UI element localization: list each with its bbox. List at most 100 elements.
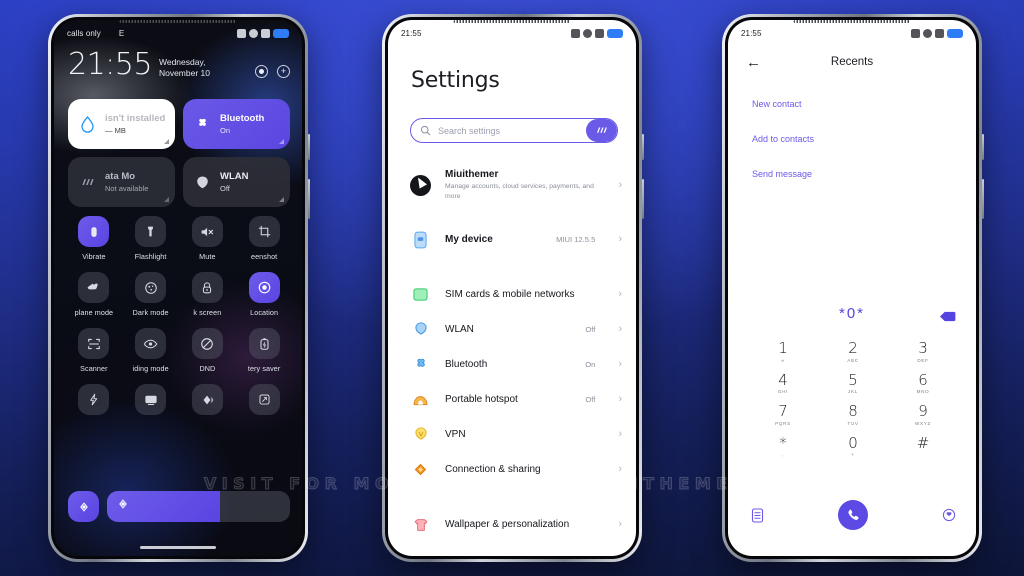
silent-icon — [571, 28, 580, 38]
hotspot-icon — [410, 389, 431, 410]
dialer-app-bar: ← Recents — [728, 48, 976, 76]
key-letters: PQRS — [775, 420, 791, 426]
key-letters: TUV — [847, 420, 859, 426]
toggle-scanner[interactable]: Scanner — [68, 328, 120, 373]
tile-subtitle: Off — [220, 184, 230, 193]
key-2[interactable]: 2 ABC — [818, 340, 888, 363]
toggle-lock-screen[interactable]: k screen — [182, 272, 234, 317]
settings-row-bluetooth[interactable]: Bluetooth On › — [410, 347, 622, 382]
toggle-cast[interactable] — [125, 384, 177, 420]
settings-row-label: WLAN — [445, 324, 474, 335]
toggle-label: eenshot — [250, 252, 278, 261]
key-digit: 9 — [918, 402, 928, 420]
add-widget-icon[interactable]: + — [277, 65, 290, 78]
power-button[interactable] — [308, 134, 310, 160]
tile-wlan[interactable]: WLAN Off — [183, 157, 290, 207]
chevron-right-icon: › — [618, 428, 622, 440]
key-hash[interactable]: # — [888, 433, 958, 458]
settings-row-sim-cards[interactable]: SIM cards & mobile networks › — [410, 277, 622, 312]
settings-row-value: On — [585, 360, 596, 369]
key-1[interactable]: 1 ∞ — [748, 340, 818, 363]
tile-subtitle: — MB — [105, 126, 126, 135]
contacts-icon[interactable] — [941, 508, 956, 523]
reading-mode-icon — [135, 328, 167, 359]
chevron-right-icon: › — [618, 323, 622, 335]
toggle-reading-mode[interactable]: iding mode — [125, 328, 177, 373]
vpn-icon — [410, 424, 431, 445]
toggle-flashlight[interactable]: Flashlight — [125, 216, 177, 261]
key-letters: , — [782, 452, 784, 457]
data-usage-icon[interactable] — [586, 119, 617, 142]
tile-bluetooth[interactable]: Bluetooth On — [183, 99, 290, 149]
toggle-dnd[interactable]: DND — [182, 328, 234, 373]
search-input[interactable]: Search settings — [438, 126, 586, 136]
key-digit: # — [916, 433, 930, 452]
toggle-vibrate[interactable]: Vibrate — [68, 216, 120, 261]
toggle-airplane-mode[interactable]: plane mode — [68, 272, 120, 317]
camera-shortcut-icon[interactable] — [255, 65, 268, 78]
toggle-battery-saver[interactable]: tery saver — [238, 328, 290, 373]
key-3[interactable]: 3 DEF — [888, 340, 958, 363]
lockscreen-control-center: calls only E 21:55 Wednesday, November 1… — [54, 20, 302, 556]
toggle-rotate[interactable] — [238, 384, 290, 420]
key-letters: WXYZ — [914, 420, 932, 426]
status-time: 21:55 — [401, 28, 422, 38]
toggle-sync[interactable] — [182, 384, 234, 420]
brightness-slider[interactable] — [107, 491, 290, 522]
link-send-message[interactable]: Send message — [752, 156, 956, 191]
settings-row-hotspot[interactable]: Portable hotspot Off › — [410, 382, 622, 417]
volume-button[interactable] — [642, 179, 644, 219]
quick-actions: New contact Add to contacts Send message — [752, 86, 956, 191]
key-4[interactable]: 4 GHI — [748, 371, 818, 394]
settings-row-wallpaper[interactable]: Wallpaper & personalization › — [410, 507, 622, 542]
tile-title: Bluetooth — [220, 113, 265, 124]
key-5[interactable]: 5 JKL — [818, 371, 888, 394]
phone-center: 21:55 Settings Search settings Miuitheme… — [382, 14, 644, 562]
toggle-dark-mode[interactable]: Dark mode — [125, 272, 177, 317]
call-icon[interactable] — [838, 500, 868, 530]
search-settings-bar[interactable]: Search settings — [410, 118, 618, 143]
arrow-left-icon[interactable]: ← — [746, 55, 761, 70]
brightness-auto-button[interactable] — [68, 491, 99, 522]
chevron-right-icon: › — [618, 358, 622, 370]
toggle-power[interactable] — [68, 384, 120, 420]
link-new-contact[interactable]: New contact — [752, 86, 956, 121]
settings-row-connection-sharing[interactable]: Connection & sharing › — [410, 452, 622, 487]
scanner-icon — [78, 328, 110, 359]
status-bar: 21:55 — [728, 20, 976, 46]
key-8[interactable]: 8 TUV — [818, 403, 888, 426]
toggle-location[interactable]: Location — [238, 272, 290, 317]
keypad-list-icon[interactable] — [750, 507, 765, 523]
backspace-icon[interactable] — [939, 309, 956, 327]
key-9[interactable]: 9 WXYZ — [888, 403, 958, 426]
toggle-screenshot[interactable]: eenshot — [238, 216, 290, 261]
volume-button[interactable] — [982, 179, 984, 219]
lock-screen-icon — [191, 272, 223, 303]
settings-row-my-device[interactable]: My device MIUI 12.5.5 › — [410, 222, 622, 257]
tile-data-usage[interactable]: isn't installed — MB — [68, 99, 175, 149]
key-letters: ABC — [847, 357, 859, 363]
key-6[interactable]: 6 MNO — [888, 370, 958, 394]
chevron-right-icon: › — [618, 463, 622, 475]
tile-title: WLAN — [220, 171, 249, 182]
home-indicator[interactable] — [140, 546, 216, 549]
toggle-mute[interactable]: Mute — [182, 216, 234, 261]
toggle-label: Location — [250, 308, 279, 317]
power-button[interactable] — [982, 134, 984, 160]
key-7[interactable]: 7 PQRS — [748, 403, 818, 426]
tile-title: ata Mo — [105, 171, 136, 182]
power-button[interactable] — [642, 134, 644, 160]
settings-row-vpn[interactable]: VPN › — [410, 417, 622, 452]
key-0[interactable]: 0 + — [818, 434, 888, 457]
link-add-to-contacts[interactable]: Add to contacts — [752, 121, 956, 156]
settings-row-value: Off — [585, 325, 596, 334]
key-star[interactable]: *, — [748, 434, 818, 457]
settings-row-account[interactable]: Miuithemer Manage accounts, cloud servic… — [410, 160, 622, 210]
settings-row-wlan[interactable]: WLAN Off › — [410, 312, 622, 347]
key-letters: GHI — [777, 389, 789, 394]
key-digit: 6 — [918, 370, 928, 389]
volume-button[interactable] — [308, 179, 310, 219]
tile-mobile-data[interactable]: ata Mo Not available — [68, 157, 175, 207]
key-digit: 1 — [778, 339, 788, 357]
brightness-row — [68, 491, 290, 522]
